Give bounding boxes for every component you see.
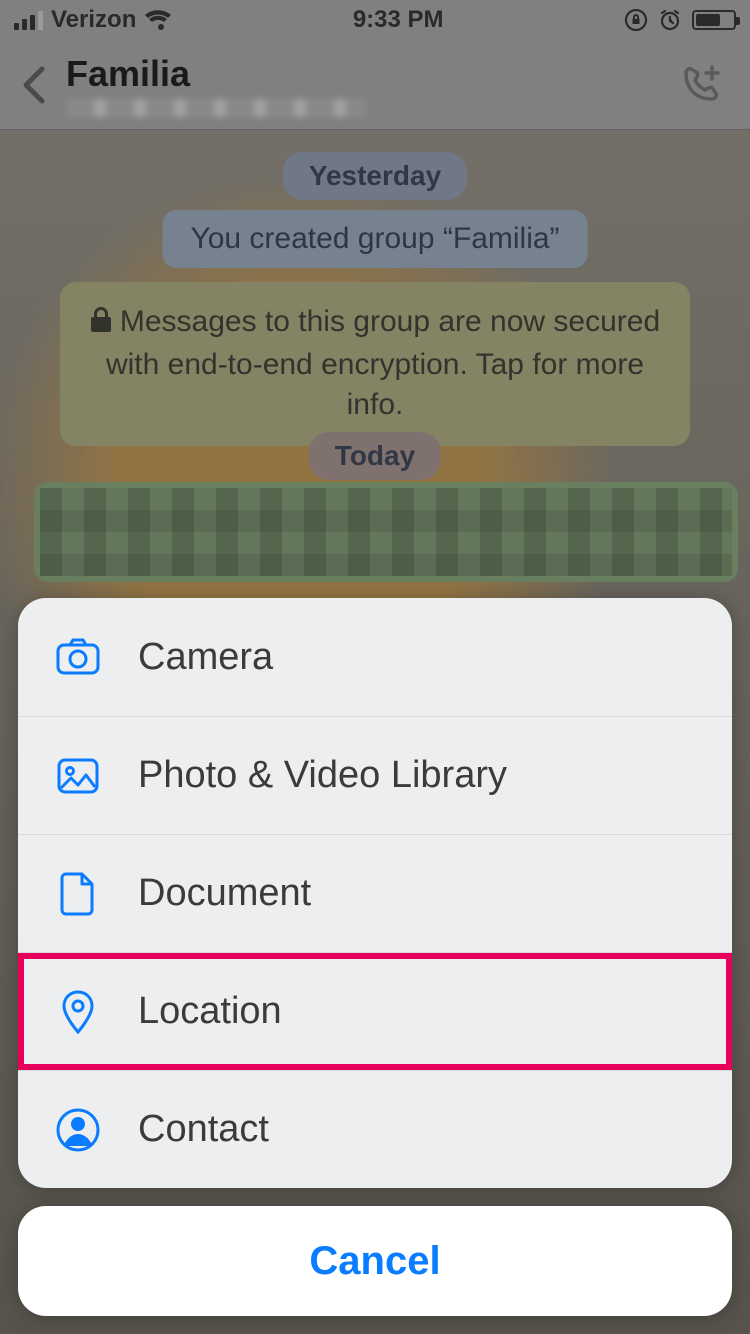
sheet-item-document[interactable]: Document <box>18 834 732 952</box>
call-button[interactable] <box>670 55 730 115</box>
chat-title: Familia <box>66 53 670 95</box>
chat-header: Familia <box>0 40 750 130</box>
alarm-icon <box>658 8 682 32</box>
orientation-lock-icon <box>624 8 648 32</box>
chat-title-area[interactable]: Familia <box>60 53 670 117</box>
sheet-item-camera[interactable]: Camera <box>18 598 732 716</box>
back-button[interactable] <box>10 60 60 110</box>
photo-icon <box>52 750 104 802</box>
sheet-item-label: Photo & Video Library <box>138 754 507 797</box>
sheet-item-label: Camera <box>138 636 273 679</box>
camera-icon <box>52 631 104 683</box>
sheet-item-photo-library[interactable]: Photo & Video Library <box>18 716 732 834</box>
status-bar: Verizon 9:33 PM <box>0 0 750 40</box>
battery-icon <box>692 10 736 30</box>
status-time: 9:33 PM <box>353 6 444 34</box>
contact-icon <box>52 1104 104 1156</box>
sheet-item-contact[interactable]: Contact <box>18 1070 732 1188</box>
wifi-icon <box>144 9 172 31</box>
sheet-item-label: Document <box>138 872 311 915</box>
sheet-item-label: Contact <box>138 1108 269 1151</box>
attachment-action-sheet: Camera Photo & Video Library Document Lo… <box>18 598 732 1316</box>
carrier-label: Verizon <box>51 6 136 34</box>
document-icon <box>52 868 104 920</box>
sheet-item-location[interactable]: Location <box>18 952 732 1070</box>
cancel-button[interactable]: Cancel <box>18 1206 732 1316</box>
sheet-item-label: Location <box>138 990 282 1033</box>
chat-participants-redacted <box>66 99 366 117</box>
cellular-signal-icon <box>14 10 43 30</box>
location-icon <box>52 986 104 1038</box>
